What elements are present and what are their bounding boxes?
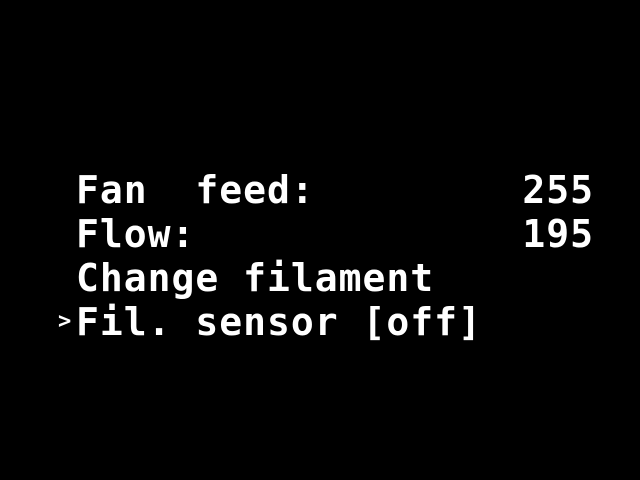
lcd-menu: Fan feed: 255 Flow: 195 Change filament … (56, 168, 616, 344)
menu-item-label: Flow: (76, 212, 196, 256)
menu-item-label: Change filament (76, 256, 435, 300)
menu-item-label: Fan feed: (76, 168, 315, 212)
printer-lcd-screen: Fan feed: 255 Flow: 195 Change filament … (0, 0, 640, 480)
menu-item-fan-speed[interactable]: Fan feed: 255 (56, 168, 616, 212)
menu-item-value: 255 (522, 168, 594, 212)
menu-item-value: 195 (522, 212, 594, 256)
menu-item-flow[interactable]: Flow: 195 (56, 212, 616, 256)
menu-item-label: Fil. sensor [off] (76, 300, 482, 344)
menu-item-change-filament[interactable]: Change filament (56, 256, 616, 300)
menu-item-filament-sensor[interactable]: > Fil. sensor [off] (56, 300, 616, 344)
selection-cursor-icon: > (58, 309, 73, 334)
